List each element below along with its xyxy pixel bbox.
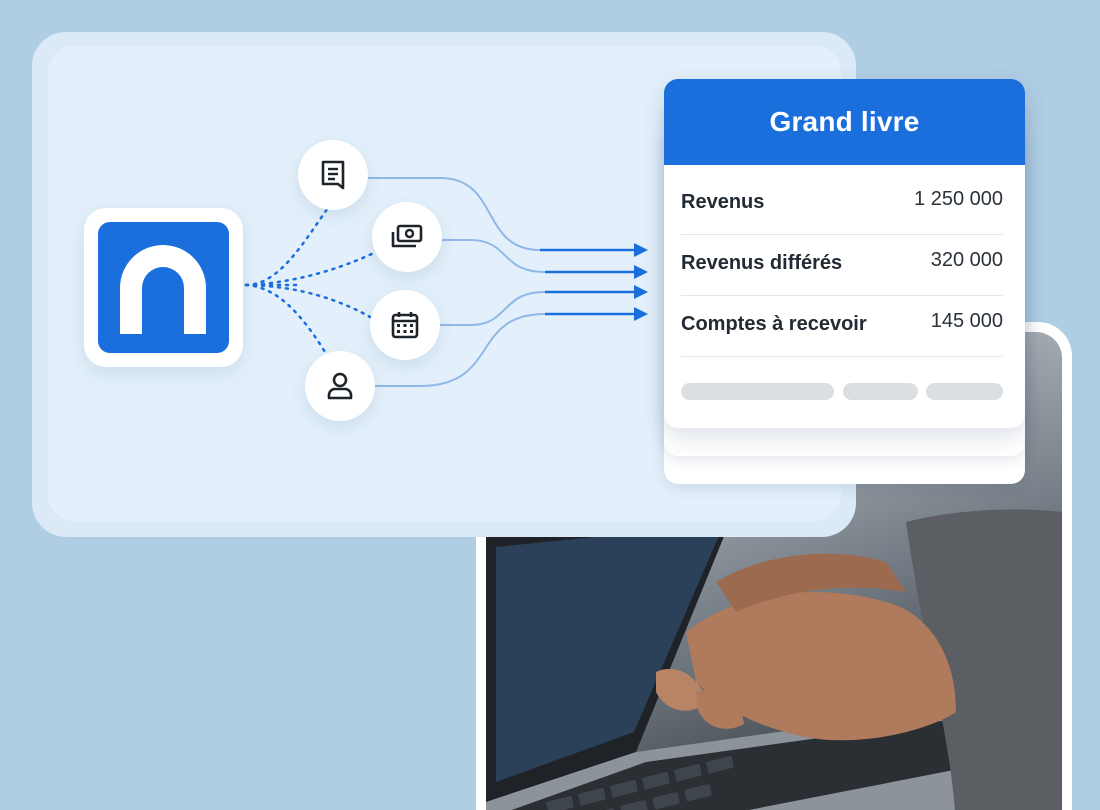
ledger-row: Revenus différés 320 000 — [681, 234, 1003, 296]
ledger-row: Revenus 1 250 000 — [681, 173, 1003, 235]
money-node — [372, 202, 442, 272]
arrow-head-icon — [634, 265, 648, 279]
placeholder-bar — [843, 383, 918, 400]
ledger-title: Grand livre — [769, 106, 920, 137]
arrow-head-icon — [634, 285, 648, 299]
calendar-icon — [391, 312, 419, 339]
wire-calendar — [440, 291, 600, 326]
ledger-row-value: 320 000 — [930, 249, 1003, 271]
money-icon — [391, 224, 423, 248]
arrow-heads — [634, 243, 648, 321]
ledger-row-value: 145 000 — [930, 310, 1003, 332]
ledger-header: Grand livre — [664, 79, 1025, 165]
arrow-head-icon — [634, 307, 648, 321]
arrow-head-icon — [634, 243, 648, 257]
user-icon — [327, 372, 353, 400]
ledger-card: Grand livre Revenus 1 250 000 Revenus di… — [664, 79, 1025, 428]
hero-illustration: Grand livre Revenus 1 250 000 Revenus di… — [0, 0, 1100, 810]
ledger-row: Comptes à recevoir 145 000 — [681, 295, 1003, 357]
dotted-link-calendar — [244, 283, 374, 320]
ledger-row-value: 1 250 000 — [914, 188, 1003, 210]
brand-logo-tile — [84, 208, 243, 367]
wire-money — [440, 239, 600, 273]
dotted-link-user — [244, 283, 327, 354]
placeholder-bar — [926, 383, 1003, 400]
dotted-link-money — [244, 248, 382, 287]
placeholder-bar — [681, 383, 834, 400]
brand-logo-icon — [98, 222, 229, 353]
ledger-row-label: Revenus différés — [681, 252, 843, 274]
ledger-row-label: Revenus — [681, 191, 765, 213]
user-node — [305, 351, 375, 421]
calendar-node — [370, 290, 440, 360]
document-icon — [321, 160, 345, 190]
ledger-row-label: Comptes à recevoir — [681, 313, 867, 335]
document-node — [298, 140, 368, 210]
